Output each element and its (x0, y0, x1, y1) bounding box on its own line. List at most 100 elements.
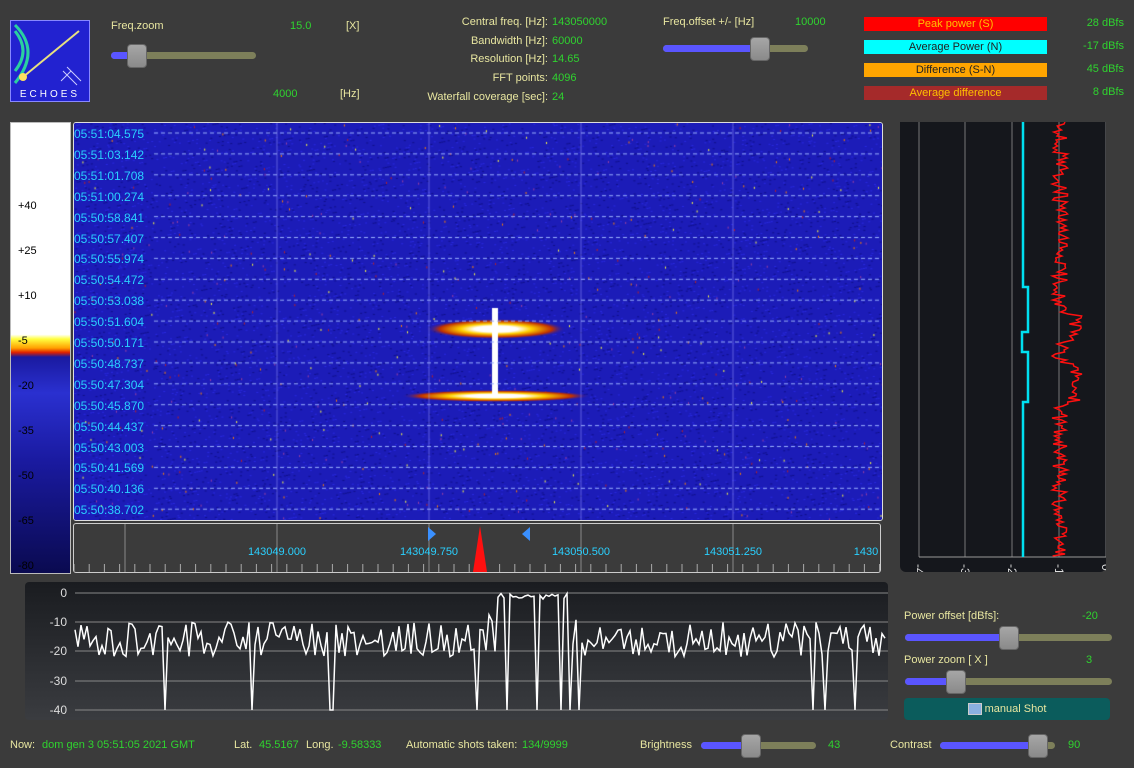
timestamp: 05:50:47.304 (74, 377, 145, 392)
logo-graphic: ECHOES (13, 23, 82, 100)
contrast-slider[interactable] (940, 734, 1055, 758)
long-label: Long. (306, 739, 334, 751)
info-value: 24 (552, 90, 565, 103)
timestamp: 05:51:04.575 (74, 127, 145, 141)
indicator-value: 45 dBfs (1086, 63, 1124, 75)
spectrum-y-label: -20 (50, 644, 68, 658)
spectrum-panel: 0 -10 -20 -30 -40 (25, 582, 888, 720)
timestamp: 05:50:57.407 (74, 231, 145, 246)
power-zoom-slider[interactable] (905, 670, 1112, 694)
lat-value: 45.5167 (259, 739, 299, 751)
shots-label: Automatic shots taken: (406, 739, 518, 751)
info-label: Waterfall coverage [sec]: (427, 90, 548, 103)
spectrum-y-label: -40 (50, 703, 68, 717)
info-label: Resolution [Hz]: (470, 53, 548, 66)
timestamp: 05:50:41.569 (74, 461, 145, 476)
freq-zoom-unit: [X] (346, 20, 360, 32)
contrast-value: 90 (1068, 739, 1081, 751)
right-marker[interactable] (522, 527, 530, 541)
info-value: 60000 (552, 34, 583, 47)
contrast-label: Contrast (890, 739, 932, 751)
shots-value: 134/9999 (522, 739, 568, 751)
power-panel: -40 -30 -20 -10 0 (900, 121, 1113, 582)
indicator-2: Difference (S-N) (864, 63, 1047, 77)
lat-label: Lat. (234, 739, 253, 751)
brightness-slider[interactable] (701, 734, 816, 758)
timestamp: 05:50:45.870 (74, 398, 145, 413)
power-offset-slider[interactable] (905, 626, 1112, 650)
color-scale (10, 122, 71, 574)
scale-label: -50 (18, 470, 34, 482)
left-marker[interactable] (428, 527, 436, 541)
freq-offset-slider[interactable] (663, 37, 808, 61)
power-axis-label: 0 (1099, 564, 1106, 571)
camera-icon (967, 703, 982, 716)
timestamp: 05:50:54.472 (74, 273, 145, 288)
power-zoom-value: 3 (1086, 654, 1093, 666)
freq-offset-label: Freq.offset +/- [Hz] (663, 16, 755, 28)
freq-label: 1430 (854, 546, 878, 558)
power-axis-label: -30 (958, 564, 972, 572)
freq-offset-value: 10000 (795, 16, 826, 28)
spectrum-y-label: -30 (50, 674, 68, 688)
info-label: FFT points: (492, 72, 548, 85)
indicator-1: Average Power (N) (864, 40, 1047, 54)
info-value: 14.65 (552, 53, 580, 66)
timestamp: 05:50:48.737 (74, 356, 145, 371)
timestamp: 05:50:55.974 (74, 252, 145, 267)
timestamp: 05:51:00.274 (74, 189, 145, 204)
timestamp: 05:50:38.702 (74, 503, 145, 518)
spectrum-y-label: 0 (60, 586, 67, 600)
spectrum-y-label: -10 (50, 615, 68, 629)
scale-label: -35 (18, 425, 34, 437)
indicator-3: Average difference (864, 86, 1047, 100)
freq-label: 143050.500 (552, 546, 610, 558)
info-label: Bandwidth [Hz]: (470, 34, 548, 47)
timestamp: 05:50:53.038 (74, 294, 145, 309)
info-value: 4096 (552, 72, 577, 85)
scale-label: +25 (18, 245, 37, 257)
timestamp: 05:51:01.708 (74, 168, 145, 183)
indicator-0: Peak power (S) (864, 17, 1047, 31)
svg-text:ECHOES: ECHOES (20, 89, 80, 100)
freq-label: 143049.750 (400, 546, 458, 558)
scale-label: -5 (18, 335, 28, 347)
power-zoom-label: Power zoom [ X ] (904, 654, 988, 666)
timestamp: 05:50:51.604 (74, 315, 145, 330)
waterfall-display[interactable] (73, 122, 883, 521)
peak-power-line (1049, 121, 1083, 557)
power-offset-label: Power offset [dBfs]: (904, 610, 1000, 622)
echoes-logo: ECHOES (10, 20, 90, 102)
brightness-value: 43 (828, 739, 841, 751)
indicator-value: 8 dBfs (1092, 86, 1124, 98)
freq-label: 143049.000 (248, 546, 306, 558)
scale-label: +40 (18, 200, 37, 212)
freq-zoom-value: 15.0 (290, 20, 312, 32)
now-value: dom gen 3 05:51:05 2021 GMT (42, 739, 195, 751)
scale-label: -20 (18, 380, 34, 392)
indicator-value: -17 dBfs (1083, 40, 1124, 52)
power-offset-value: -20 (1082, 610, 1098, 622)
now-label: Now: (10, 739, 36, 751)
freq-zoom-hz-unit: [Hz] (340, 88, 360, 100)
timestamp: 05:51:03.142 (74, 147, 145, 162)
indicator-value: 28 dBfs (1086, 17, 1124, 29)
timestamp: 05:50:43.003 (74, 440, 145, 455)
manual-shot-label: manual Shot (984, 703, 1047, 715)
average-power-line (1020, 122, 1030, 557)
freq-zoom-slider[interactable] (111, 44, 256, 68)
power-axis-label: -20 (1005, 564, 1019, 572)
timestamp: 05:50:40.136 (74, 482, 145, 497)
long-value: -9.58333 (338, 739, 382, 751)
info-label: Central freq. [Hz]: (461, 16, 548, 28)
frequency-axis[interactable]: 143049.000 143049.750 143050.500 143051.250… (73, 523, 881, 573)
manual-shot-button[interactable]: manual Shot (904, 698, 1110, 720)
timestamp: 05:50:50.171 (74, 336, 145, 350)
power-axis-label: -10 (1052, 564, 1066, 572)
freq-label: 143051.250 (704, 546, 762, 558)
spectrum-trace (74, 591, 886, 711)
timestamp: 05:50:58.841 (74, 210, 145, 225)
center-marker[interactable] (473, 526, 487, 572)
freq-zoom-label: Freq.zoom (111, 20, 164, 32)
scale-label: -80 (18, 560, 34, 572)
